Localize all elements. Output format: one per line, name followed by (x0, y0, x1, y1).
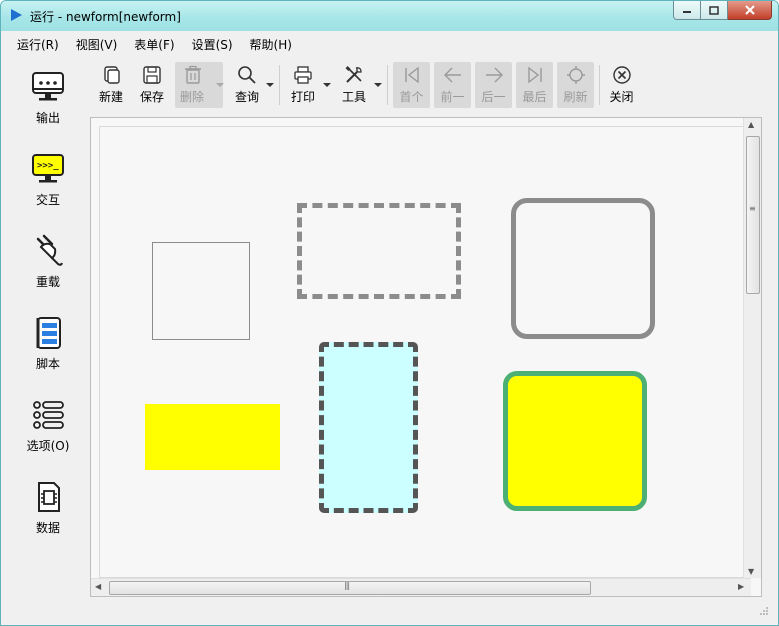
vertical-scrollbar[interactable]: ▲ ≡ ▼ (743, 118, 761, 578)
sidebar-item-options[interactable]: 选项(O) (8, 397, 88, 454)
cyan-dashed-rectangle[interactable] (319, 342, 418, 513)
sidebar-item-data[interactable]: 数据 (8, 479, 88, 536)
vertical-scroll-thumb[interactable]: ≡ (746, 136, 760, 294)
save-icon (143, 66, 161, 84)
refresh-icon (566, 66, 585, 84)
minimize-icon (683, 11, 691, 13)
sidebar-item-label: 数据 (35, 521, 60, 535)
tools-label: 工具 (341, 90, 366, 104)
refresh-button[interactable]: 刷新 (557, 62, 594, 108)
arrow-left-icon (443, 67, 461, 83)
last-label: 最后 (522, 90, 547, 104)
resize-grip-icon[interactable] (759, 606, 769, 616)
title-bar: 运行 - newform[newform] (1, 1, 778, 31)
close-label: 关闭 (609, 90, 634, 104)
trash-icon (185, 65, 201, 84)
menu-view[interactable]: 视图(V) (67, 33, 126, 55)
toolbar-separator (387, 65, 388, 105)
menu-help[interactable]: 帮助(H) (241, 33, 300, 55)
data-chip-icon (38, 482, 60, 512)
monitor-output-icon (32, 72, 64, 101)
menu-run[interactable]: 运行(R) (8, 33, 67, 55)
options-list-icon (33, 401, 64, 429)
close-icon (744, 5, 755, 15)
new-button[interactable]: 新建 (93, 62, 129, 108)
delete-label: 删除 (180, 90, 205, 104)
query-button[interactable]: 查询 (229, 62, 265, 108)
grip-icon: ||| (344, 581, 350, 590)
next-record-button[interactable]: 后一 (475, 62, 512, 108)
sidebar-item-label: 输出 (35, 111, 60, 125)
app-window: 运行 - newform[newform] 运行(R) 视图(V) 表单(F) … (0, 0, 779, 626)
sidebar-item-interact[interactable]: >>>_ 交互 (8, 151, 88, 208)
toolbar: 新建 保存 删除 查询 打印 工具 首个 前一 后一 最后 刷新 关闭 (90, 61, 770, 111)
save-label: 保存 (139, 90, 164, 104)
print-dropdown-arrow[interactable] (323, 83, 331, 87)
maximize-icon (709, 5, 719, 15)
next-label: 后一 (481, 90, 506, 104)
query-dropdown-arrow[interactable] (266, 83, 274, 87)
plug-icon (36, 234, 63, 266)
yellow-rectangle[interactable] (145, 404, 280, 470)
scroll-up-arrow-icon[interactable]: ▲ (748, 120, 754, 129)
svg-text:>>>_: >>>_ (37, 161, 59, 171)
arrow-right-icon (485, 67, 503, 83)
sidebar-item-reload[interactable]: 重载 (8, 233, 88, 290)
sidebar-item-output[interactable]: 输出 (8, 69, 88, 126)
horizontal-scroll-thumb[interactable]: ||| (109, 581, 591, 595)
last-icon (527, 66, 542, 84)
printer-icon (294, 66, 312, 84)
prev-record-button[interactable]: 前一 (434, 62, 471, 108)
window-client-area: 运行(R) 视图(V) 表单(F) 设置(S) 帮助(H) 输出 >>>_ 交互… (8, 31, 771, 618)
first-label: 首个 (399, 90, 424, 104)
close-circle-icon (612, 66, 631, 84)
app-icon (11, 9, 22, 21)
rounded-rectangle[interactable] (511, 198, 655, 339)
maximize-button[interactable] (701, 1, 728, 20)
terminal-icon: >>>_ (32, 154, 64, 183)
sidebar-item-label: 重载 (35, 275, 60, 289)
menu-settings[interactable]: 设置(S) (183, 33, 241, 55)
scroll-right-arrow-icon[interactable]: ▶ (738, 582, 744, 591)
minimize-button[interactable] (673, 1, 701, 20)
sidebar-item-label: 交互 (35, 193, 60, 207)
horizontal-scrollbar[interactable]: ◀ ||| ▶ (91, 578, 751, 596)
tools-icon (345, 66, 362, 83)
sidebar-item-label: 选项(O) (26, 439, 70, 453)
print-button[interactable]: 打印 (285, 62, 321, 108)
form-canvas-page (99, 126, 751, 578)
toolbar-separator (279, 65, 280, 105)
script-book-icon (36, 317, 61, 349)
search-icon (238, 66, 256, 84)
dashed-rectangle[interactable] (297, 203, 461, 299)
tools-dropdown-arrow[interactable] (374, 83, 382, 87)
sidebar-item-label: 脚本 (35, 357, 60, 371)
first-icon (404, 66, 419, 84)
first-record-button[interactable]: 首个 (393, 62, 430, 108)
grip-icon: ≡ (749, 204, 756, 213)
form-canvas: ▲ ≡ ▼ ◀ ||| ▶ (90, 117, 762, 597)
last-record-button[interactable]: 最后 (516, 62, 553, 108)
print-label: 打印 (290, 90, 315, 104)
close-window-button[interactable] (728, 1, 772, 20)
prev-label: 前一 (440, 90, 465, 104)
new-doc-icon (104, 66, 120, 84)
sidebar-item-script[interactable]: 脚本 (8, 315, 88, 372)
tools-button[interactable]: 工具 (336, 62, 372, 108)
scroll-down-arrow-icon[interactable]: ▼ (748, 567, 754, 576)
close-form-button[interactable]: 关闭 (603, 62, 640, 108)
save-button[interactable]: 保存 (134, 62, 170, 108)
refresh-label: 刷新 (563, 90, 588, 104)
menu-form[interactable]: 表单(F) (125, 33, 182, 55)
query-label: 查询 (234, 90, 259, 104)
yellow-rounded-rectangle[interactable] (503, 371, 647, 511)
plain-rectangle[interactable] (152, 242, 250, 340)
window-title: 运行 - newform[newform] (30, 10, 181, 24)
scroll-left-arrow-icon[interactable]: ◀ (95, 582, 101, 591)
delete-dropdown-arrow[interactable] (216, 83, 224, 87)
menu-bar: 运行(R) 视图(V) 表单(F) 设置(S) 帮助(H) (8, 33, 300, 55)
new-label: 新建 (98, 90, 123, 104)
toolbar-separator (599, 65, 600, 105)
